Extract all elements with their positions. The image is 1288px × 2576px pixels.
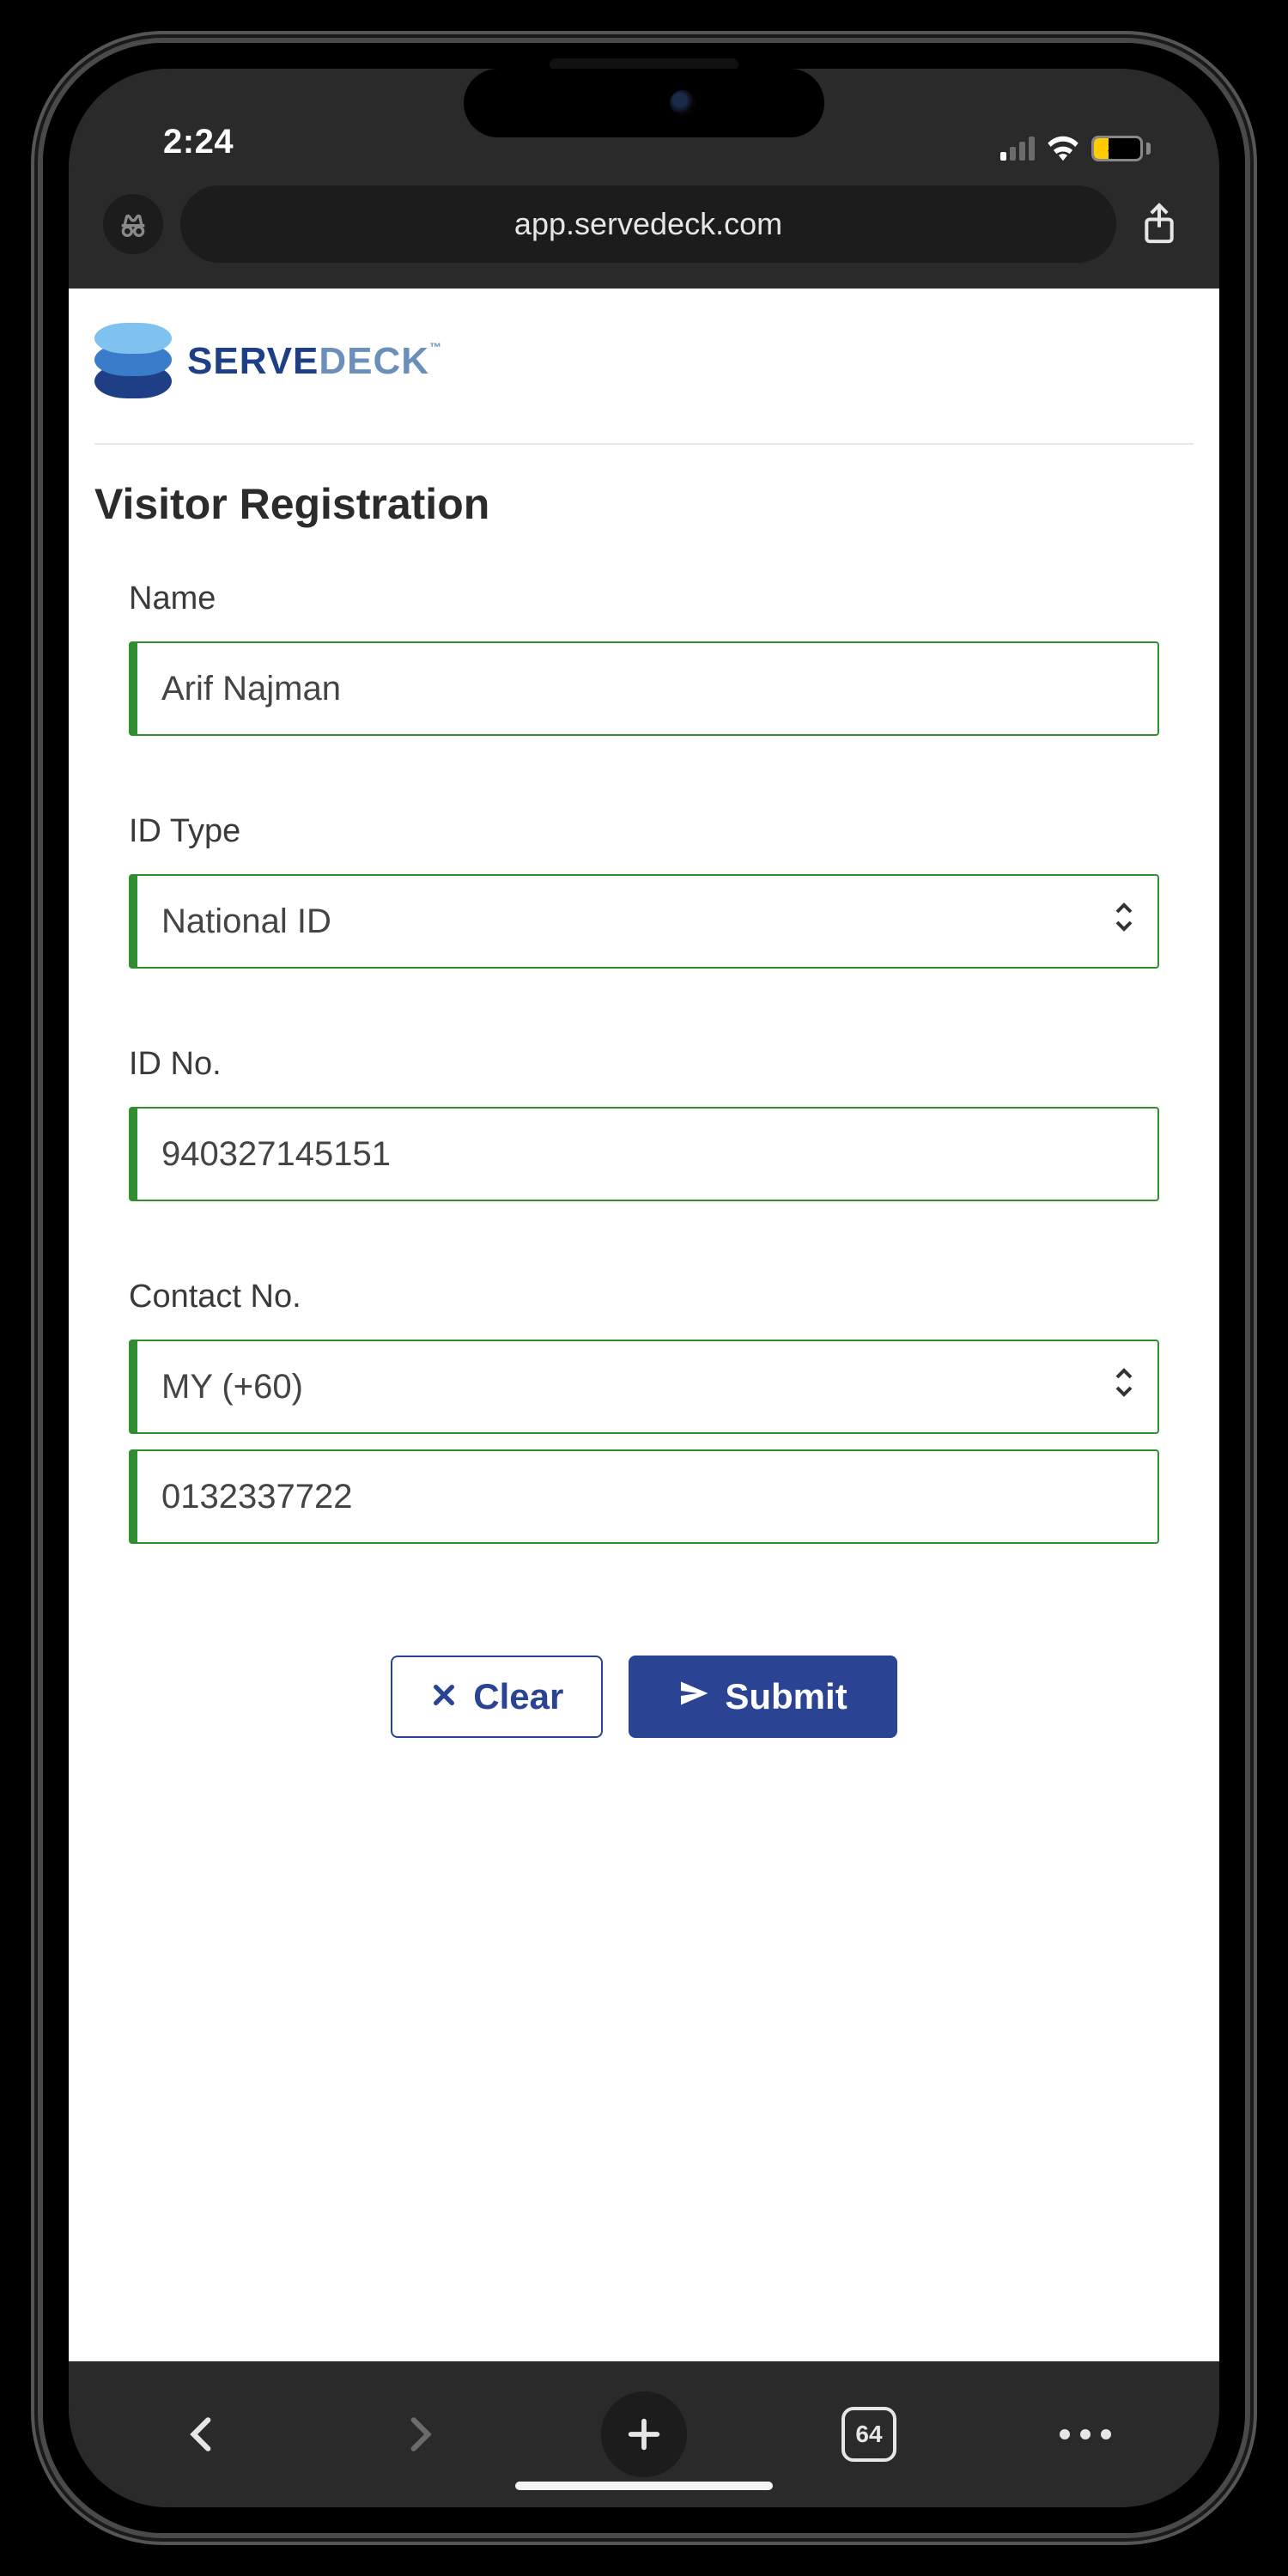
input-id-no-value: 940327145151 [161, 1135, 391, 1174]
close-icon [430, 1676, 458, 1717]
registration-form: Name Arif Najman ID Type National ID [94, 580, 1194, 1789]
input-name[interactable]: Arif Najman [129, 641, 1159, 736]
submit-button[interactable]: Submit [629, 1656, 896, 1738]
select-country-code-value: MY (+60) [161, 1368, 303, 1406]
share-icon[interactable] [1133, 202, 1185, 246]
url-text: app.servedeck.com [514, 206, 782, 242]
page-content: SERVEDECK™ Visitor Registration Name Ari… [69, 289, 1219, 2361]
browser-address-row: app.servedeck.com [69, 172, 1219, 289]
home-indicator[interactable] [515, 2482, 773, 2490]
logo-mark-icon [94, 323, 172, 400]
input-contact-number[interactable]: 0132337722 [129, 1449, 1159, 1544]
battery-icon: 31 [1091, 136, 1151, 161]
input-name-value: Arif Najman [161, 670, 341, 708]
label-name: Name [129, 580, 1159, 617]
clear-button-label: Clear [473, 1676, 563, 1717]
forward-icon[interactable] [385, 2400, 453, 2469]
chevron-updown-icon [1113, 902, 1135, 941]
wifi-icon [1047, 136, 1079, 161]
tab-count: 64 [841, 2407, 896, 2462]
incognito-icon[interactable] [103, 194, 163, 254]
submit-button-label: Submit [725, 1676, 847, 1717]
input-contact-number-value: 0132337722 [161, 1478, 352, 1516]
field-id-no: ID No. 940327145151 [129, 1046, 1159, 1201]
front-camera [670, 90, 696, 116]
field-id-type: ID Type National ID [129, 813, 1159, 969]
cellular-icon [1000, 137, 1035, 161]
notch [464, 69, 824, 137]
paper-plane-icon [678, 1676, 709, 1717]
input-id-no[interactable]: 940327145151 [129, 1107, 1159, 1201]
select-country-code[interactable]: MY (+60) [129, 1340, 1159, 1434]
battery-percent: 31 [1094, 138, 1140, 159]
select-id-type[interactable]: National ID [129, 874, 1159, 969]
field-name: Name Arif Najman [129, 580, 1159, 736]
field-contact: Contact No. MY (+60) 0132337722 [129, 1279, 1159, 1544]
page-title: Visitor Registration [94, 479, 1194, 529]
clear-button[interactable]: Clear [391, 1656, 603, 1738]
tabs-button[interactable]: 64 [835, 2400, 903, 2469]
logo-text: SERVEDECK™ [187, 340, 442, 383]
label-id-no: ID No. [129, 1046, 1159, 1083]
select-id-type-value: National ID [161, 902, 331, 941]
more-icon[interactable] [1051, 2400, 1120, 2469]
chevron-updown-icon [1113, 1367, 1135, 1406]
back-icon[interactable] [168, 2400, 237, 2469]
label-contact: Contact No. [129, 1279, 1159, 1315]
address-bar[interactable]: app.servedeck.com [180, 185, 1116, 263]
brand-logo: SERVEDECK™ [94, 314, 1194, 443]
new-tab-button[interactable] [601, 2391, 687, 2477]
divider [94, 443, 1194, 445]
phone-frame: 2:24 31 app.servede [43, 43, 1245, 2533]
button-row: Clear Submit [129, 1621, 1159, 1789]
status-time: 2:24 [129, 123, 234, 161]
label-id-type: ID Type [129, 813, 1159, 850]
